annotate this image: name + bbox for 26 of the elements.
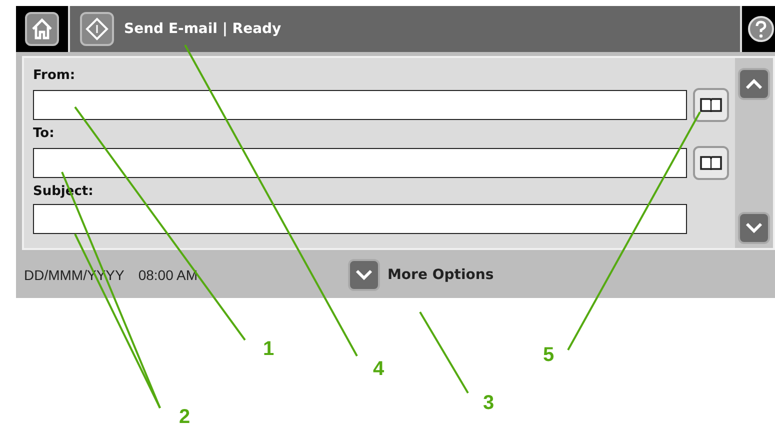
book-icon [700,97,722,113]
field-label: To: [33,125,56,143]
field-label: From: [33,67,76,85]
callout-number: 5 [543,344,554,367]
book-icon [700,155,722,171]
input-field[interactable] [33,204,687,234]
input-field[interactable] [33,90,687,120]
diamond-icon [85,17,109,41]
callout-number: 2 [179,406,190,429]
callout-number: 3 [483,392,494,415]
home-button[interactable] [25,12,59,46]
screen-title: Send E-mail | Ready [124,21,282,37]
start-button[interactable] [80,12,114,46]
scroll-up-button[interactable] [738,68,770,100]
chevron-down-icon [354,269,372,281]
callout-number: 1 [263,338,274,361]
callout-number: 4 [373,358,384,381]
chevron-up-icon [745,78,763,90]
scroll-down-button[interactable] [738,212,770,244]
more-options-button[interactable]: More Options [348,259,494,291]
address-book-button[interactable] [693,146,729,180]
input-field[interactable] [33,148,687,178]
address-book-button[interactable] [693,88,729,122]
help-icon[interactable] [747,15,775,43]
chevron-down-icon [745,222,763,234]
home-icon [30,17,54,41]
